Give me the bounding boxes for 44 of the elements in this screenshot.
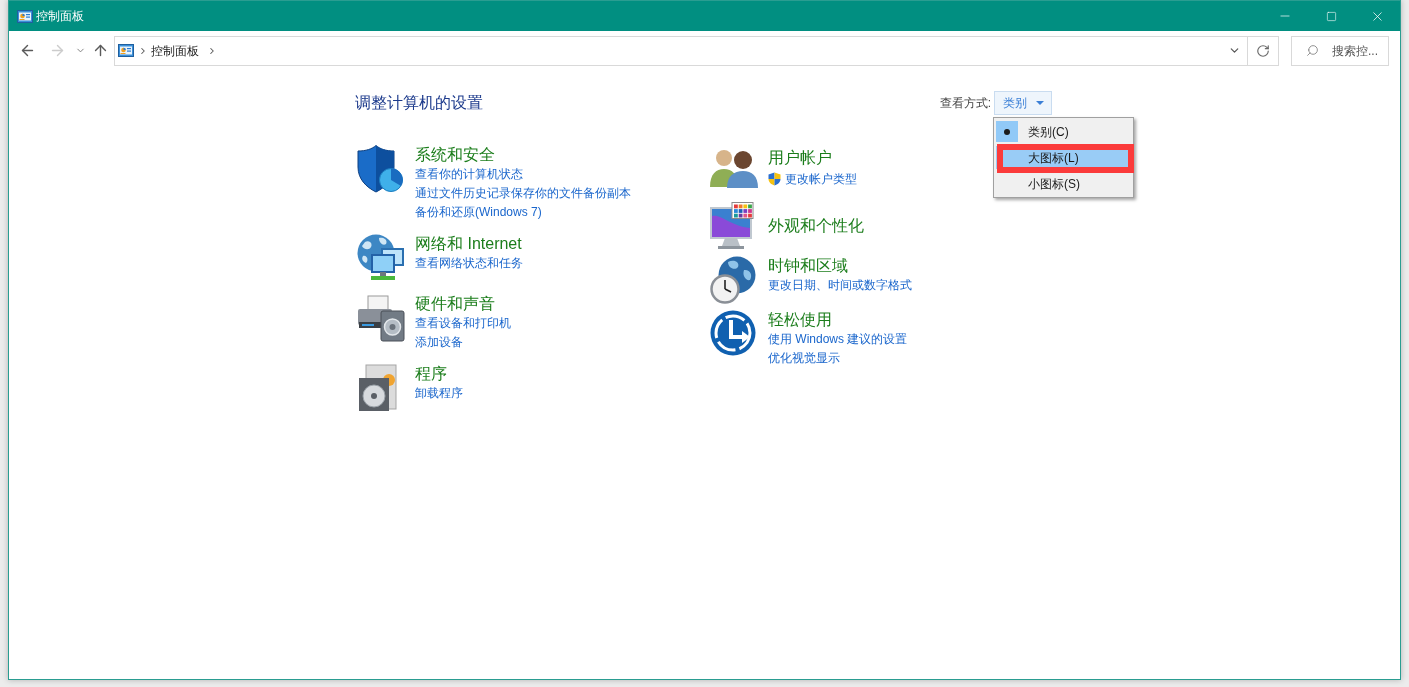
search-icon <box>1306 43 1319 57</box>
category-title[interactable]: 时钟和区域 <box>768 256 848 276</box>
category-link[interactable]: 备份和还原(Windows 7) <box>415 203 542 222</box>
shield-icon <box>357 145 403 193</box>
category-link[interactable]: 查看你的计算机状态 <box>415 165 523 184</box>
category-title[interactable]: 程序 <box>415 364 447 384</box>
category-title[interactable]: 外观和个性化 <box>768 216 864 236</box>
category-link[interactable]: 查看网络状态和任务 <box>415 254 523 273</box>
category-link[interactable]: 使用 Windows 建议的设置 <box>768 330 908 349</box>
window-chart-icon <box>118 44 134 57</box>
software-box-icon <box>357 364 399 412</box>
category-link[interactable]: 更改帐户类型 <box>785 169 857 189</box>
category-link[interactable]: 查看设备和打印机 <box>415 314 511 333</box>
shield-icon <box>768 172 781 186</box>
menu-item[interactable]: 类别(C) <box>996 120 1131 143</box>
category-title[interactable]: 系统和安全 <box>415 145 495 165</box>
category-link[interactable]: 通过文件历史记录保存你的文件备份副本 <box>415 184 631 203</box>
caret-down-icon <box>1035 101 1044 105</box>
window-chart-icon <box>17 9 33 23</box>
chevron-right-icon <box>207 45 217 56</box>
breadcrumb-item[interactable]: 控制面板 <box>151 41 199 60</box>
category-link[interactable]: 优化视觉显示 <box>768 349 840 368</box>
menu-item[interactable]: 小图标(S) <box>996 172 1131 195</box>
printer-speaker-icon <box>357 294 405 342</box>
category-link[interactable]: 更改日期、时间或数字格式 <box>768 276 912 295</box>
search-field[interactable]: 搜索控... <box>1291 35 1389 66</box>
chevron-right-icon <box>138 45 148 56</box>
category-link[interactable]: 添加设备 <box>415 333 463 352</box>
category-title[interactable]: 用户帐户 <box>768 148 832 168</box>
people-icon <box>710 148 758 188</box>
view-by-label: 查看方式: <box>939 95 991 112</box>
globe-clock-icon <box>710 256 756 304</box>
maximize-icon <box>1325 10 1337 22</box>
monitor-palette-icon <box>710 202 754 250</box>
globe-monitors-icon <box>357 234 405 282</box>
category-title[interactable]: 网络和 Internet <box>415 234 522 254</box>
view-by-dropdown[interactable]: 类别 <box>994 91 1052 115</box>
page-heading: 调整计算机的设置 <box>355 93 483 113</box>
category-title[interactable]: 轻松使用 <box>768 310 832 330</box>
address-bar[interactable]: 控制面板 <box>114 35 1279 66</box>
category-link[interactable]: 卸载程序 <box>415 384 463 403</box>
window-title: 控制面板 <box>36 8 84 25</box>
category-title[interactable]: 硬件和声音 <box>415 294 495 314</box>
refresh-icon <box>1256 43 1270 58</box>
